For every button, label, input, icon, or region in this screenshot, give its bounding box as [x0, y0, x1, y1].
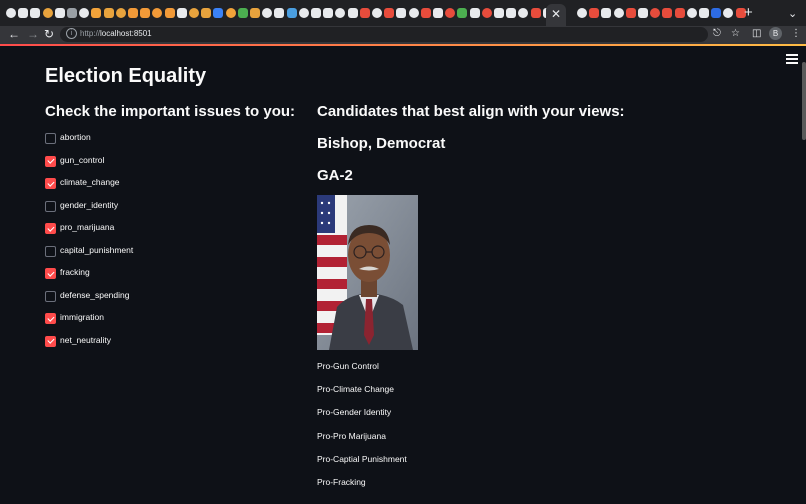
tab-favicon-icon[interactable] [274, 8, 285, 18]
issue-label[interactable]: immigration [60, 311, 104, 324]
checkbox-unchecked-icon[interactable] [45, 245, 56, 257]
tab-favicon-icon[interactable] [686, 8, 697, 18]
checkbox-unchecked-icon[interactable] [45, 200, 56, 212]
stance-item: Pro-Gender Identity [317, 407, 392, 418]
tab-favicon-icon[interactable] [286, 8, 297, 18]
tab-favicon-icon[interactable] [91, 8, 102, 18]
tab-favicon-icon[interactable] [601, 8, 612, 18]
candidates-heading: Candidates that best align with your vie… [317, 103, 625, 120]
checkbox-checked-icon[interactable] [45, 268, 56, 279]
stance-item: Pro-Gun Control [317, 361, 379, 371]
issue-label[interactable]: fracking [60, 266, 90, 279]
checkbox-checked-icon[interactable] [45, 178, 56, 189]
tab-favicon-icon[interactable] [457, 8, 468, 18]
tab-favicon-icon[interactable] [469, 8, 480, 18]
tab-favicon-icon[interactable] [213, 8, 224, 18]
app-header-decoration [0, 44, 806, 46]
browser-menu-icon[interactable]: ⋮ [791, 28, 801, 40]
checkbox-checked-icon[interactable] [45, 223, 56, 234]
tab-favicon-icon[interactable] [140, 8, 151, 18]
close-tab-icon[interactable]: ✕ [551, 6, 561, 22]
tab-favicon-icon[interactable] [225, 8, 236, 18]
back-arrow-icon[interactable]: ← [8, 27, 20, 41]
issue-label[interactable]: net_neutrality [60, 334, 111, 347]
tab-favicon-icon[interactable] [481, 8, 492, 18]
candidate-district: GA-2 [317, 167, 353, 184]
issue-label[interactable]: pro_marijuana [60, 221, 114, 234]
tab-favicon-icon[interactable] [311, 8, 321, 18]
tab-favicon-icon[interactable] [237, 8, 248, 18]
tab-favicon-icon[interactable] [250, 8, 260, 18]
stance-item: Pro-Pro Marijuana [317, 430, 386, 441]
tab-favicon-icon[interactable] [674, 8, 685, 18]
issue-label[interactable]: defense_spending [60, 289, 129, 302]
tab-favicon-icon[interactable] [6, 8, 16, 18]
tab-favicon-icon[interactable] [613, 8, 624, 18]
stance-item: Pro-Fracking [317, 476, 366, 487]
tab-favicon-icon[interactable] [372, 8, 382, 18]
tab-favicon-icon[interactable] [433, 8, 443, 18]
tab-favicon-icon[interactable] [176, 8, 187, 18]
scrollbar-thumb[interactable] [802, 62, 806, 140]
tab-favicon-icon[interactable] [506, 8, 517, 18]
checkbox-checked-icon[interactable] [45, 155, 56, 167]
tab-favicon-icon[interactable] [103, 8, 114, 18]
issues-heading: Check the important issues to you: [45, 103, 296, 120]
tab-search-icon[interactable]: ⌄ [788, 6, 797, 22]
bookmark-star-icon[interactable]: ☆ [731, 28, 740, 40]
tab-favicon-icon[interactable] [54, 8, 65, 18]
site-info-icon[interactable]: i [66, 28, 77, 39]
tab-favicon-icon[interactable] [42, 8, 53, 18]
tab-favicon-icon[interactable] [18, 8, 29, 18]
profile-avatar[interactable]: B [769, 27, 782, 40]
issue-label[interactable]: gender_identity [60, 199, 118, 212]
tab-favicon-icon[interactable] [115, 8, 126, 18]
tab-favicon-icon[interactable] [625, 8, 636, 18]
issue-label[interactable]: capital_punishment [60, 244, 133, 257]
tab-favicon-icon[interactable] [128, 8, 138, 18]
checkbox-checked-icon[interactable] [45, 335, 56, 347]
tab-favicon-icon[interactable] [408, 8, 419, 18]
tab-favicon-icon[interactable] [347, 8, 358, 18]
tab-favicon-icon[interactable] [638, 8, 648, 18]
tab-favicon-icon[interactable] [384, 8, 395, 18]
forward-arrow-icon[interactable]: → [27, 27, 39, 41]
candidate-name: Bishop, Democrat [317, 135, 446, 152]
tab-favicon-icon[interactable] [164, 8, 175, 18]
tab-favicon-icon[interactable] [494, 8, 504, 18]
tab-favicon-icon[interactable] [589, 8, 600, 18]
address-bar[interactable] [60, 27, 708, 42]
issue-label[interactable]: climate_change [60, 176, 120, 189]
issue-label[interactable]: abortion [60, 131, 91, 144]
page-title: Election Equality [45, 65, 207, 87]
side-panel-icon[interactable]: ◫ [752, 28, 761, 40]
tab-favicon-icon[interactable] [711, 8, 722, 18]
checkbox-checked-icon[interactable] [45, 313, 56, 324]
issue-label[interactable]: gun_control [60, 154, 104, 167]
tab-favicon-icon[interactable] [189, 8, 199, 18]
app-menu-icon[interactable] [786, 54, 798, 64]
tab-favicon-icon[interactable] [359, 8, 370, 18]
reload-icon[interactable]: ↻ [44, 27, 54, 41]
candidate-stances: Pro-Gun Control Pro-Climate Change Pro-Gen… [317, 359, 407, 498]
share-icon[interactable]: ⎋ [713, 28, 721, 40]
tab-favicon-icon[interactable] [298, 8, 309, 18]
checkbox-unchecked-icon[interactable] [45, 133, 56, 144]
candidate-portrait [317, 195, 418, 350]
tab-favicon-icon[interactable] [30, 8, 41, 18]
tab-favicon-icon[interactable] [420, 8, 431, 18]
tab-favicon-icon[interactable] [323, 8, 334, 18]
tab-favicon-icon[interactable] [396, 8, 407, 18]
tab-favicon-icon[interactable] [577, 8, 587, 18]
tab-favicon-icon[interactable] [530, 8, 541, 18]
checkbox-unchecked-icon[interactable] [45, 290, 56, 302]
stance-item: Pro-Climate Change [317, 384, 395, 395]
tab-favicon-icon[interactable] [662, 8, 673, 18]
tab-favicon-icon[interactable] [67, 8, 77, 18]
tab-favicon-icon[interactable] [699, 8, 709, 18]
tab-favicon-icon[interactable] [201, 8, 212, 18]
url-text[interactable]: http://localhost:8501 [80, 28, 152, 40]
new-tab-button[interactable]: + [744, 5, 753, 21]
stance-item: Pro-Captial Punishment [317, 453, 407, 464]
